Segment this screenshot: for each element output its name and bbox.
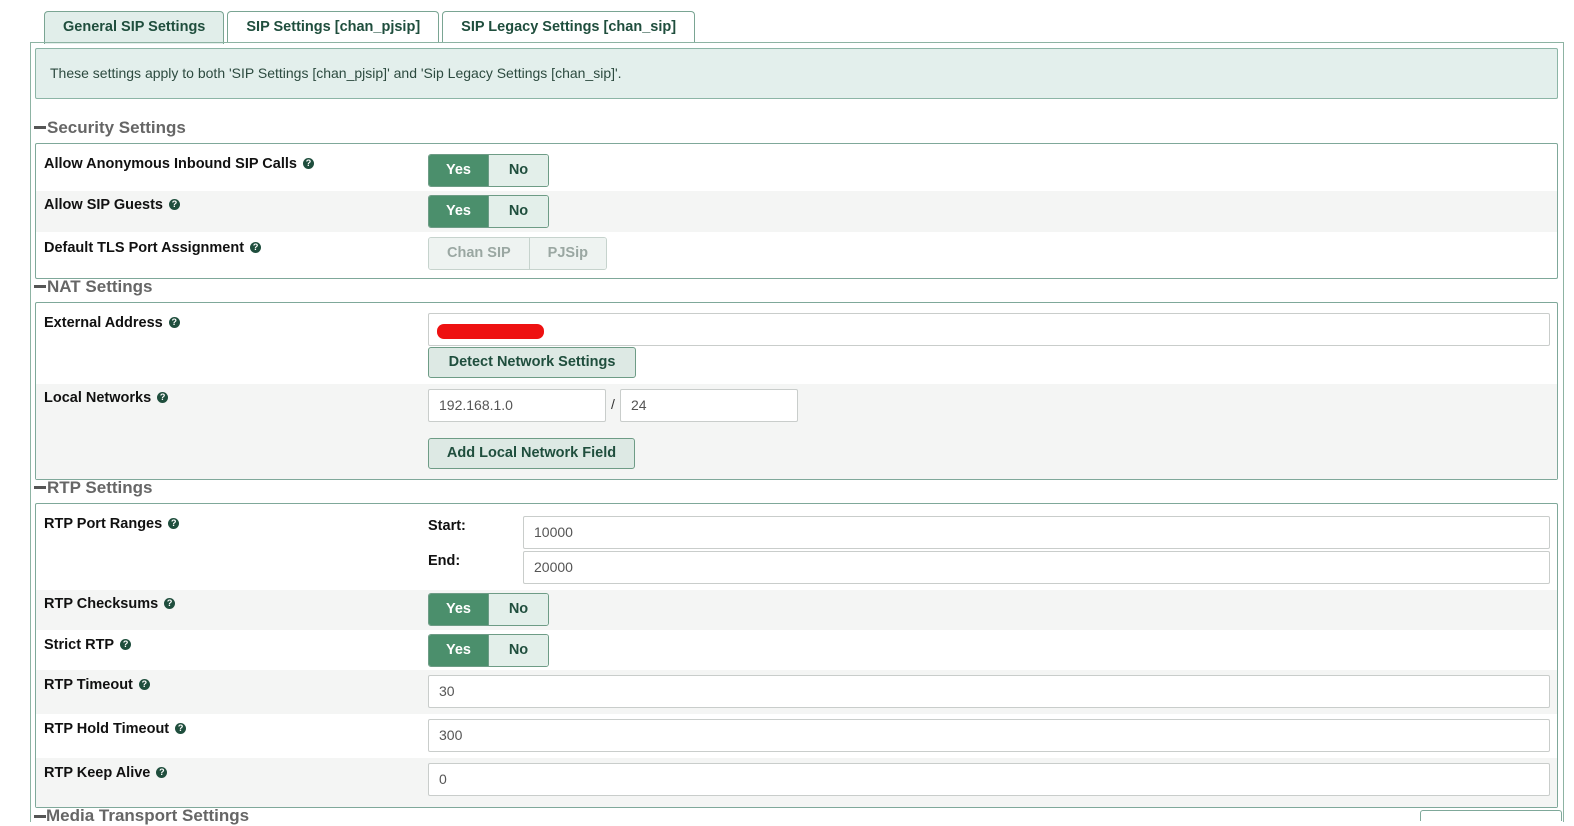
help-icon[interactable]: ? — [138, 678, 150, 690]
row-rtp-hold-timeout: RTP Hold Timeout? 300 — [36, 714, 1557, 758]
collapse-icon — [34, 285, 46, 289]
rtp-timeout-input[interactable]: 30 — [428, 675, 1550, 708]
checksums-yes-button[interactable]: Yes — [429, 594, 488, 625]
row-sip-guests: Allow SIP Guests? Yes No — [36, 191, 1557, 232]
tab-general-sip-settings[interactable]: General SIP Settings — [44, 11, 225, 44]
row-rtp-keep-alive: RTP Keep Alive? 0 — [36, 758, 1557, 807]
checksums-no-button[interactable]: No — [488, 594, 548, 625]
section-media-transport-title: Media Transport Settings — [46, 806, 250, 825]
section-security-toggle[interactable]: Security Settings — [34, 118, 186, 138]
rtp-end-port-input[interactable]: 20000 — [523, 551, 1550, 584]
row-rtp-timeout: RTP Timeout? 30 — [36, 670, 1557, 714]
rtp-hold-timeout-input[interactable]: 300 — [428, 719, 1550, 752]
label-sip-guests: Allow SIP Guests — [44, 197, 163, 213]
external-address-input[interactable] — [428, 313, 1550, 346]
add-local-network-field-button[interactable]: Add Local Network Field — [428, 438, 635, 469]
section-rtp-toggle[interactable]: RTP Settings — [34, 478, 152, 498]
tab-bar: General SIP Settings SIP Settings [chan_… — [44, 11, 696, 44]
anonymous-no-button[interactable]: No — [488, 155, 548, 186]
guests-no-button[interactable]: No — [488, 196, 548, 227]
label-end: End: — [428, 553, 461, 569]
rtp-start-port-input[interactable]: 10000 — [523, 516, 1550, 549]
nat-settings-box: External Address? Detect Network Setting… — [35, 302, 1558, 480]
label-local-networks: Local Networks — [44, 390, 152, 406]
row-tls-port: Default TLS Port Assignment? Chan SIP PJ… — [36, 232, 1557, 278]
label-rtp-keep-alive: RTP Keep Alive — [44, 765, 151, 781]
row-rtp-port-ranges: RTP Port Ranges? Start: 10000 End: 20000 — [36, 504, 1557, 590]
guests-yes-button[interactable]: Yes — [429, 196, 488, 227]
tls-pjsip-button[interactable]: PJSip — [528, 238, 606, 269]
help-icon[interactable]: ? — [302, 157, 314, 169]
label-tls-port: Default TLS Port Assignment — [44, 240, 245, 256]
section-media-transport-toggle[interactable]: Media Transport Settings — [34, 806, 249, 826]
help-icon[interactable]: ? — [120, 638, 132, 650]
label-rtp-checksums: RTP Checksums — [44, 596, 159, 612]
info-notice: These settings apply to both 'SIP Settin… — [35, 48, 1558, 99]
row-strict-rtp: Strict RTP? Yes No — [36, 630, 1557, 670]
help-icon[interactable]: ? — [164, 597, 176, 609]
label-start: Start: — [428, 518, 466, 534]
rtp-keep-alive-input[interactable]: 0 — [428, 763, 1550, 796]
label-anonymous-calls: Allow Anonymous Inbound SIP Calls — [44, 156, 297, 172]
help-icon[interactable]: ? — [156, 766, 168, 778]
toggle-rtp-checksums: Yes No — [428, 593, 549, 626]
anonymous-yes-button[interactable]: Yes — [429, 155, 488, 186]
partial-element-edge — [1420, 810, 1562, 821]
toggle-tls-port: Chan SIP PJSip — [428, 237, 607, 270]
label-rtp-port-ranges: RTP Port Ranges — [44, 516, 163, 532]
section-nat-toggle[interactable]: NAT Settings — [34, 277, 152, 297]
collapse-icon — [34, 486, 46, 490]
toggle-strict-rtp: Yes No — [428, 634, 549, 667]
section-nat-title: NAT Settings — [47, 277, 153, 296]
label-external-address: External Address — [44, 315, 163, 331]
row-anonymous-calls: Allow Anonymous Inbound SIP Calls? Yes N… — [36, 144, 1557, 191]
security-settings-box: Allow Anonymous Inbound SIP Calls? Yes N… — [35, 143, 1558, 279]
tab-sip-settings-pjsip[interactable]: SIP Settings [chan_pjsip] — [227, 11, 440, 42]
row-rtp-checksums: RTP Checksums? Yes No — [36, 590, 1557, 630]
detect-network-settings-button[interactable]: Detect Network Settings — [428, 347, 636, 378]
row-local-networks: Local Networks? 192.168.1.0 / 24 Add Loc… — [36, 384, 1557, 479]
tab-sip-legacy-settings[interactable]: SIP Legacy Settings [chan_sip] — [442, 11, 696, 42]
strict-yes-button[interactable]: Yes — [429, 635, 488, 666]
label-rtp-hold-timeout: RTP Hold Timeout — [44, 721, 170, 737]
collapse-icon — [34, 126, 46, 130]
label-rtp-timeout: RTP Timeout — [44, 677, 133, 693]
section-rtp-title: RTP Settings — [47, 478, 153, 497]
cidr-separator: / — [611, 396, 615, 412]
local-network-address-input[interactable]: 192.168.1.0 — [428, 389, 606, 422]
toggle-sip-guests: Yes No — [428, 195, 549, 228]
strict-no-button[interactable]: No — [488, 635, 548, 666]
label-strict-rtp: Strict RTP — [44, 637, 115, 653]
section-security-title: Security Settings — [47, 118, 186, 137]
row-external-address: External Address? Detect Network Setting… — [36, 303, 1557, 384]
rtp-settings-box: RTP Port Ranges? Start: 10000 End: 20000… — [35, 503, 1558, 808]
help-icon[interactable]: ? — [175, 722, 187, 734]
redacted-mark — [437, 324, 544, 339]
tls-chan-sip-button[interactable]: Chan SIP — [429, 238, 529, 269]
local-network-cidr-input[interactable]: 24 — [620, 389, 798, 422]
toggle-anonymous-calls: Yes No — [428, 154, 549, 187]
help-icon[interactable]: ? — [250, 241, 262, 253]
help-icon[interactable]: ? — [168, 316, 180, 328]
help-icon[interactable]: ? — [157, 391, 169, 403]
help-icon[interactable]: ? — [169, 198, 180, 210]
help-icon[interactable]: ? — [168, 517, 180, 529]
